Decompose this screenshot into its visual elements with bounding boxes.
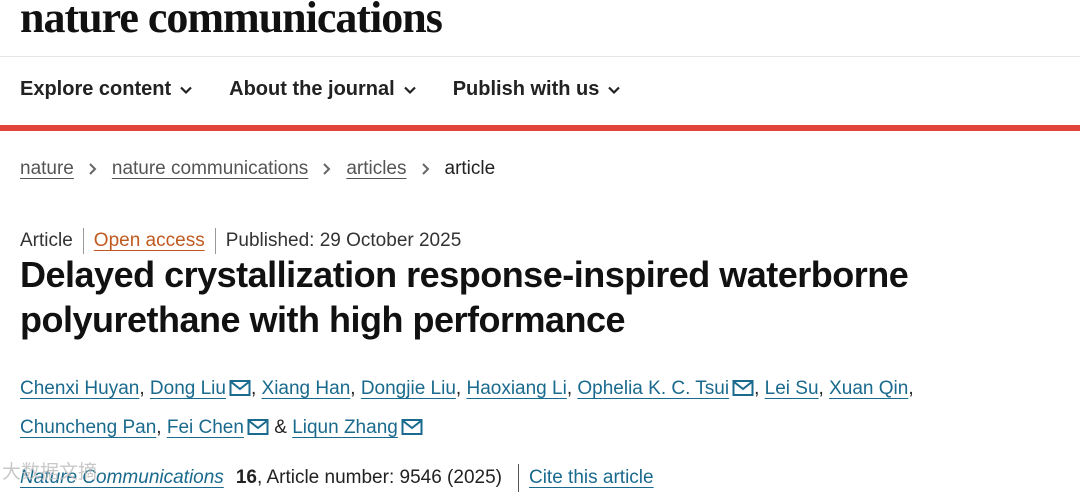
- article-title: Delayed crystallization response-inspire…: [20, 254, 909, 340]
- header-divider: [0, 56, 1080, 57]
- chevron-down-icon: [608, 86, 621, 94]
- nav-about-the-journal[interactable]: About the journal: [229, 78, 417, 101]
- chevron-right-icon: [421, 163, 429, 175]
- mail-icon[interactable]: [732, 372, 754, 396]
- chevron-down-icon: [180, 86, 192, 94]
- citation-divider: [517, 464, 519, 492]
- article-meta: Article Open access Published: 29 Octobe…: [20, 228, 461, 254]
- author-link[interactable]: Dong Liu: [150, 378, 226, 399]
- main-nav: Explore content About the journal Publis…: [20, 78, 657, 101]
- meta-divider: [214, 228, 216, 254]
- article-type: Article: [20, 230, 73, 251]
- nav-label: About the journal: [229, 78, 395, 100]
- author-list: Chenxi Huyan, Dong Liu, Xiang Han, Dongj…: [20, 369, 1060, 447]
- watermark: 大数据文摘: [2, 462, 98, 483]
- breadcrumb-nature-communications[interactable]: nature communications: [112, 158, 308, 180]
- author-link[interactable]: Liqun Zhang: [292, 417, 398, 438]
- chevron-right-icon: [89, 163, 97, 175]
- open-access-link[interactable]: Open access: [94, 230, 205, 252]
- author-link[interactable]: Xuan Qin: [829, 378, 908, 399]
- published-date: Published: 29 October 2025: [225, 230, 462, 251]
- author-link[interactable]: Chuncheng Pan: [20, 417, 156, 438]
- nav-explore-content[interactable]: Explore content: [20, 78, 193, 101]
- author-link[interactable]: Chenxi Huyan: [20, 378, 139, 399]
- nav-label: Explore content: [20, 78, 172, 100]
- journal-logo[interactable]: nature communications: [20, 0, 443, 43]
- cite-this-article-link[interactable]: Cite this article: [529, 467, 654, 489]
- chevron-down-icon: [403, 86, 416, 94]
- breadcrumb-nature[interactable]: nature: [20, 158, 74, 180]
- author-link[interactable]: Haoxiang Li: [466, 378, 566, 399]
- accent-bar: [0, 125, 1080, 131]
- author-link[interactable]: Ophelia K. C. Tsui: [577, 378, 729, 399]
- author-link[interactable]: Dongjie Liu: [361, 378, 456, 399]
- author-link[interactable]: Lei Su: [765, 378, 819, 399]
- mail-icon[interactable]: [401, 411, 423, 435]
- breadcrumb-current: article: [444, 158, 496, 179]
- author-link[interactable]: Fei Chen: [167, 417, 244, 438]
- chevron-right-icon: [323, 163, 331, 175]
- breadcrumb: nature nature communications articles ar…: [20, 158, 495, 180]
- nav-publish-with-us[interactable]: Publish with us: [453, 78, 622, 101]
- citation-line: Nature Communications 16 , Article numbe…: [20, 464, 654, 492]
- mail-icon[interactable]: [229, 372, 251, 396]
- author-link[interactable]: Xiang Han: [262, 378, 351, 399]
- volume: 16: [235, 467, 257, 488]
- mail-icon[interactable]: [247, 411, 269, 435]
- nav-label: Publish with us: [452, 78, 600, 100]
- meta-divider: [82, 228, 84, 254]
- article-number: , Article number: 9546 (2025): [256, 467, 502, 488]
- breadcrumb-articles[interactable]: articles: [346, 158, 406, 180]
